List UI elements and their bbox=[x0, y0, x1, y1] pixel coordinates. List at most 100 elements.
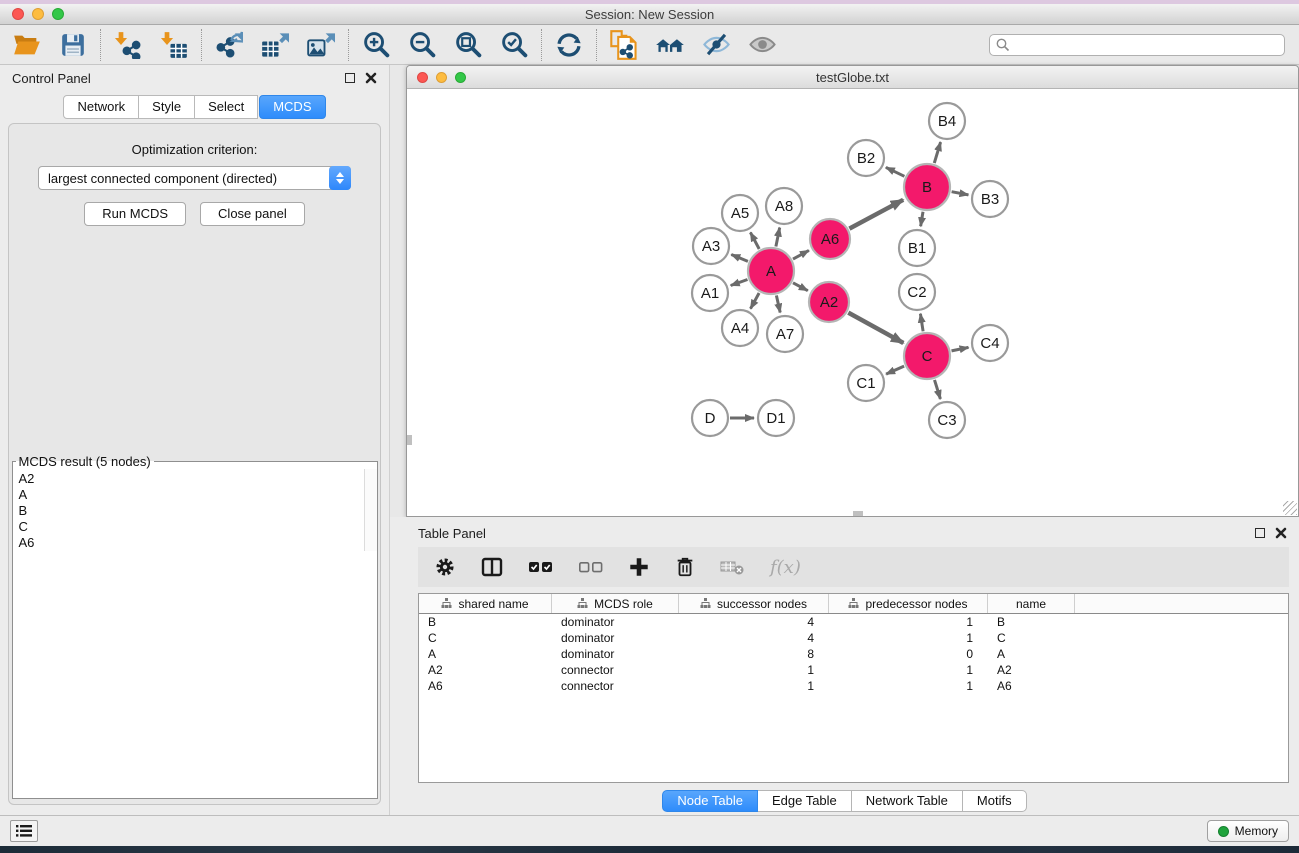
graph-edge[interactable] bbox=[849, 200, 903, 229]
network-from-file-icon[interactable] bbox=[609, 30, 639, 60]
save-session-icon[interactable] bbox=[58, 30, 88, 60]
mcds-result-item[interactable]: A2 bbox=[19, 471, 377, 487]
mcds-result-item[interactable]: A6 bbox=[19, 535, 377, 551]
tab-select[interactable]: Select bbox=[195, 95, 258, 119]
column-header-predecessor-nodes[interactable]: predecessor nodes bbox=[829, 594, 988, 613]
graph-edge[interactable] bbox=[935, 380, 941, 399]
network-canvas[interactable]: B4B2BB3A8A5A6A3B1AA1C2A2A4A7C4CC1C3DD1 bbox=[407, 89, 1298, 516]
table-cell[interactable]: connector bbox=[552, 679, 679, 693]
table-row[interactable]: Cdominator41C bbox=[419, 630, 1288, 646]
table-cell[interactable]: dominator bbox=[552, 647, 679, 661]
table-cell[interactable]: dominator bbox=[552, 615, 679, 629]
delete-row-icon[interactable] bbox=[674, 556, 696, 578]
column-header-successor-nodes[interactable]: successor nodes bbox=[679, 594, 829, 613]
mcds-result-item[interactable]: C bbox=[19, 519, 377, 535]
table-cell[interactable]: A bbox=[988, 647, 1075, 661]
table-cell[interactable]: C bbox=[419, 631, 552, 645]
unselect-all-icon[interactable] bbox=[578, 559, 604, 575]
graph-edge[interactable] bbox=[886, 366, 904, 374]
close-panel-button[interactable]: Close panel bbox=[200, 202, 305, 226]
import-table-icon[interactable] bbox=[159, 30, 189, 60]
function-builder-icon[interactable]: f(x) bbox=[770, 557, 801, 578]
search-field[interactable] bbox=[989, 34, 1285, 56]
table-row[interactable]: Bdominator41B bbox=[419, 614, 1288, 630]
graph-edge[interactable] bbox=[934, 142, 940, 163]
graph-edge[interactable] bbox=[776, 295, 780, 312]
tab-edge-table[interactable]: Edge Table bbox=[758, 790, 852, 812]
tab-network-table[interactable]: Network Table bbox=[852, 790, 963, 812]
zoom-fit-icon[interactable] bbox=[453, 30, 483, 60]
table-cell[interactable]: B bbox=[988, 615, 1075, 629]
tab-node-table[interactable]: Node Table bbox=[662, 790, 758, 812]
result-scrollbar[interactable] bbox=[364, 469, 377, 551]
delete-table-icon[interactable] bbox=[720, 558, 746, 576]
table-cell[interactable]: C bbox=[988, 631, 1075, 645]
graph-edge[interactable] bbox=[751, 293, 760, 309]
table-cell[interactable]: 1 bbox=[679, 663, 829, 677]
graph-edge[interactable] bbox=[952, 192, 969, 195]
show-all-networks-icon[interactable] bbox=[655, 30, 685, 60]
table-body[interactable]: Bdominator41BCdominator41CAdominator80AA… bbox=[419, 614, 1288, 694]
close-table-panel-icon[interactable] bbox=[1275, 527, 1287, 539]
select-all-icon[interactable] bbox=[528, 559, 554, 575]
table-cell[interactable]: 4 bbox=[679, 615, 829, 629]
tab-motifs[interactable]: Motifs bbox=[963, 790, 1027, 812]
open-session-icon[interactable] bbox=[12, 30, 42, 60]
table-cell[interactable]: 1 bbox=[829, 631, 988, 645]
table-cell[interactable]: connector bbox=[552, 663, 679, 677]
export-image-icon[interactable] bbox=[306, 30, 336, 60]
run-mcds-button[interactable]: Run MCDS bbox=[84, 202, 186, 226]
graph-edge[interactable] bbox=[793, 283, 808, 291]
search-input[interactable] bbox=[1011, 38, 1284, 52]
export-table-icon[interactable] bbox=[260, 30, 290, 60]
table-cell[interactable]: 1 bbox=[829, 679, 988, 693]
graph-edge[interactable] bbox=[848, 313, 903, 343]
graph-edge[interactable] bbox=[731, 255, 748, 262]
task-history-button[interactable] bbox=[10, 820, 38, 842]
add-row-icon[interactable] bbox=[628, 556, 650, 578]
memory-button[interactable]: Memory bbox=[1207, 820, 1289, 842]
show-column-icon[interactable] bbox=[480, 555, 504, 579]
show-graphics-details-icon[interactable] bbox=[747, 30, 777, 60]
table-row[interactable]: A6connector11A6 bbox=[419, 678, 1288, 694]
table-cell[interactable]: 8 bbox=[679, 647, 829, 661]
column-header-mcds-role[interactable]: MCDS role bbox=[552, 594, 679, 613]
column-header-name[interactable]: name bbox=[988, 594, 1075, 613]
table-cell[interactable]: 1 bbox=[829, 663, 988, 677]
zoom-selected-icon[interactable] bbox=[499, 30, 529, 60]
export-network-icon[interactable] bbox=[214, 30, 244, 60]
resize-grip-icon[interactable] bbox=[1283, 501, 1297, 515]
graph-edge[interactable] bbox=[952, 347, 969, 351]
float-table-panel-icon[interactable] bbox=[1255, 528, 1265, 538]
float-panel-icon[interactable] bbox=[345, 73, 355, 83]
graph-edge[interactable] bbox=[793, 250, 809, 259]
column-header-shared-name[interactable]: shared name bbox=[419, 594, 552, 613]
graph-edge[interactable] bbox=[886, 167, 905, 176]
criterion-dropdown[interactable]: largest connected component (directed) bbox=[38, 166, 351, 190]
table-cell[interactable]: 4 bbox=[679, 631, 829, 645]
apply-layout-icon[interactable] bbox=[554, 30, 584, 60]
tab-network[interactable]: Network bbox=[63, 95, 139, 119]
graph-edge[interactable] bbox=[731, 280, 748, 286]
import-network-icon[interactable] bbox=[113, 30, 143, 60]
table-row[interactable]: Adominator80A bbox=[419, 646, 1288, 662]
graph-edge[interactable] bbox=[921, 212, 923, 227]
table-cell[interactable]: A2 bbox=[419, 663, 552, 677]
tab-mcds[interactable]: MCDS bbox=[259, 95, 325, 119]
graph-edge[interactable] bbox=[776, 228, 780, 247]
table-cell[interactable]: dominator bbox=[552, 631, 679, 645]
zoom-out-icon[interactable] bbox=[407, 30, 437, 60]
mcds-result-item[interactable]: B bbox=[19, 503, 377, 519]
table-cell[interactable]: A6 bbox=[988, 679, 1075, 693]
mcds-result-list[interactable]: A2ABCA6 bbox=[13, 469, 377, 551]
table-cell[interactable]: A2 bbox=[988, 663, 1075, 677]
table-cell[interactable]: A6 bbox=[419, 679, 552, 693]
table-cell[interactable]: B bbox=[419, 615, 552, 629]
mcds-result-item[interactable]: A bbox=[19, 487, 377, 503]
table-cell[interactable]: 1 bbox=[679, 679, 829, 693]
zoom-in-icon[interactable] bbox=[361, 30, 391, 60]
table-options-icon[interactable] bbox=[434, 556, 456, 578]
table-cell[interactable]: A bbox=[419, 647, 552, 661]
tab-style[interactable]: Style bbox=[139, 95, 195, 119]
table-cell[interactable]: 0 bbox=[829, 647, 988, 661]
